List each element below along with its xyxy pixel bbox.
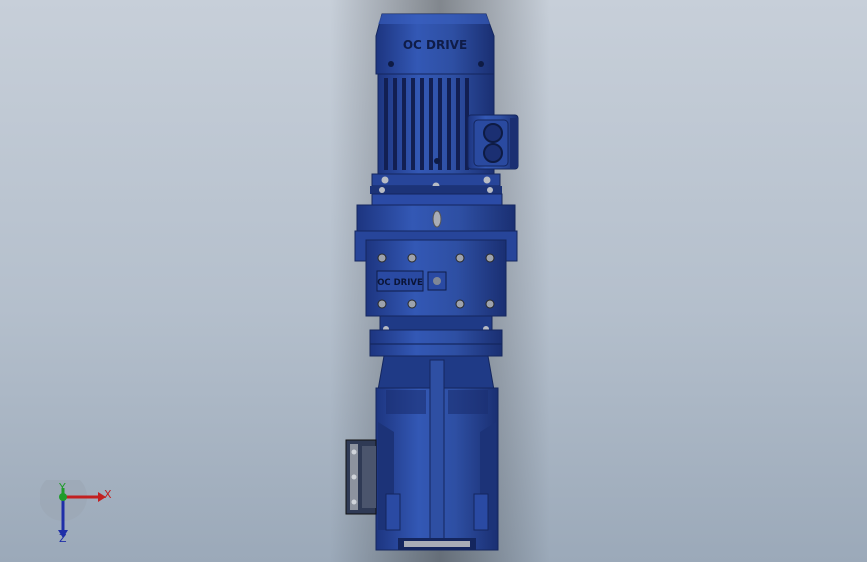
bevel-gear-housing <box>375 355 499 551</box>
orientation-triad: X Y Z <box>39 473 130 550</box>
3d-viewport[interactable]: OC DRIVE OC DRIVE X Y Z <box>0 0 867 562</box>
gear-motor-model[interactable]: OC DRIVE OC DRIVE <box>0 0 867 562</box>
intermediate-flange <box>369 315 503 357</box>
motor-flange <box>370 173 502 194</box>
gearbox-brand-label: OC DRIVE <box>377 278 423 288</box>
output-flange <box>345 439 377 515</box>
z-axis-label: Z <box>59 532 67 545</box>
y-axis-label: Y <box>58 481 66 494</box>
motor-brand-label: OC DRIVE <box>403 38 467 52</box>
x-axis-label: X <box>104 488 112 501</box>
terminal-box <box>467 114 519 170</box>
